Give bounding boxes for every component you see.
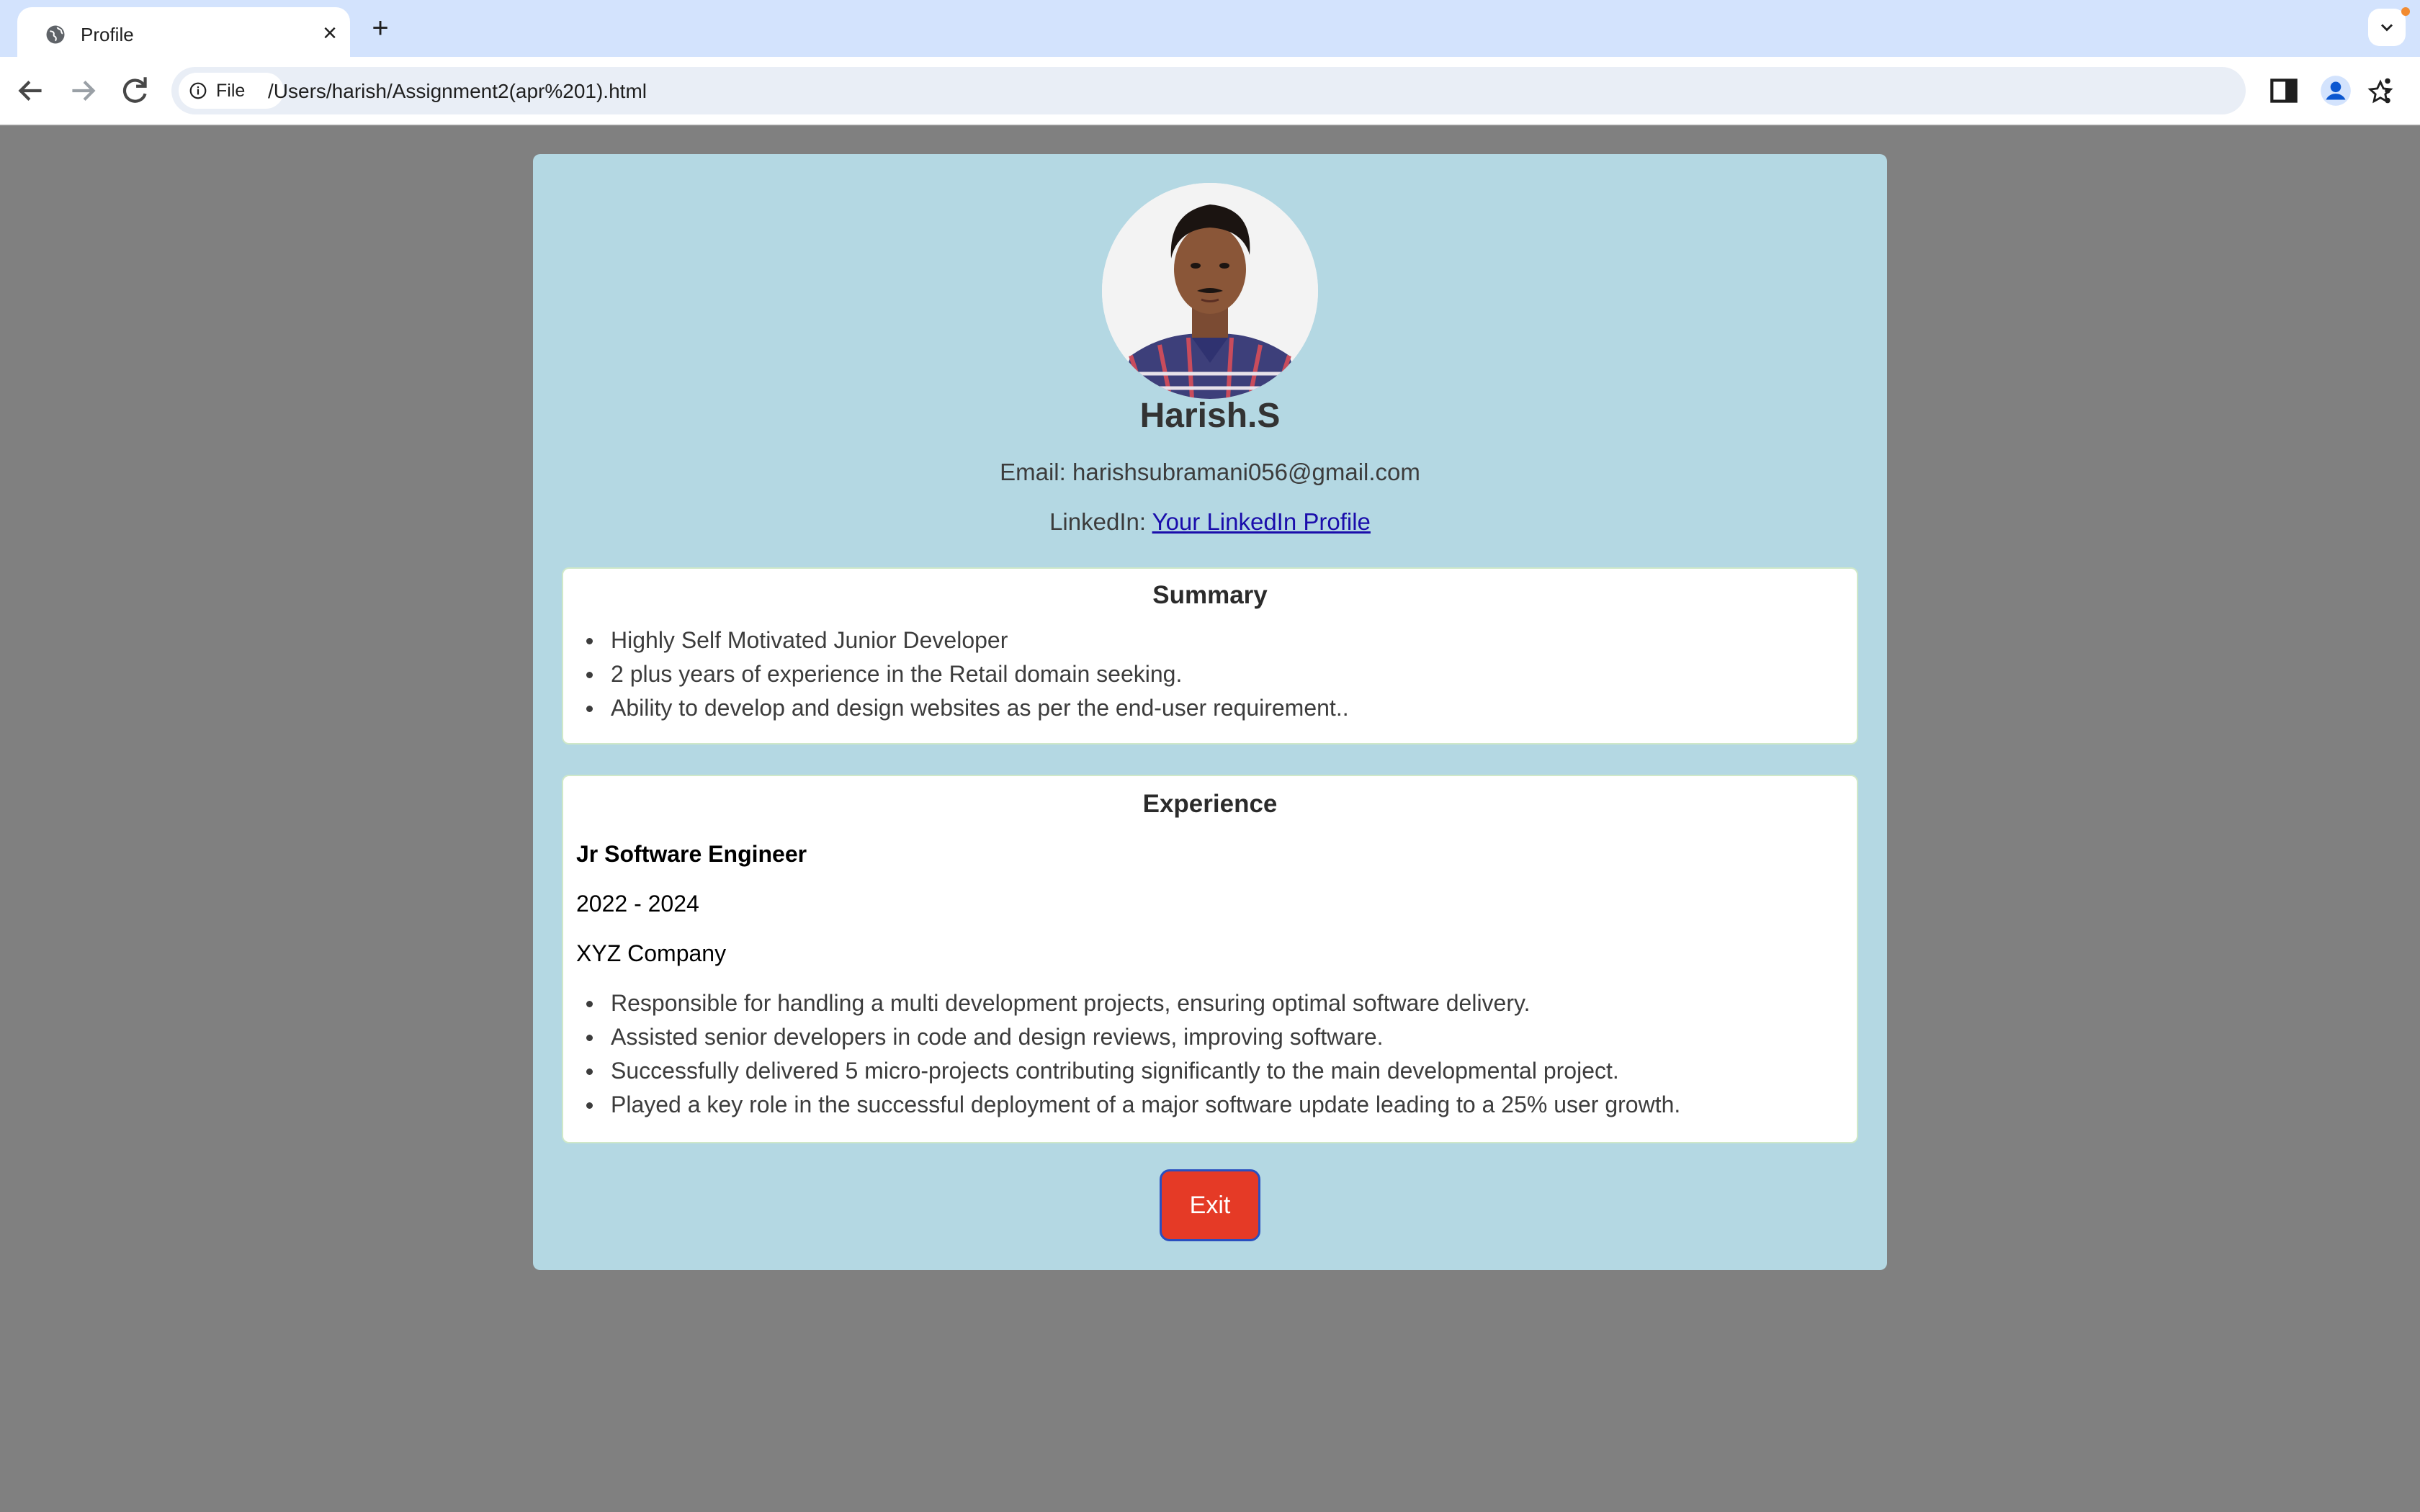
url-text[interactable]: /Users/harish/Assignment2(apr%201).html: [268, 79, 647, 104]
browser-toolbar: File /Users/harish/Assignment2(apr%201).…: [0, 57, 2420, 125]
list-item: Assisted senior developers in code and d…: [582, 1020, 1680, 1054]
linkedin-profile-link[interactable]: Your LinkedIn Profile: [1152, 508, 1371, 535]
list-item: Played a key role in the successful depl…: [582, 1088, 1680, 1122]
profile-photo: [1102, 183, 1318, 399]
back-icon[interactable]: [13, 73, 49, 109]
email-line: Email: harishsubramani056@gmail.com: [533, 458, 1887, 487]
job-years: 2022 - 2024: [576, 891, 699, 917]
profile-icon[interactable]: [2318, 73, 2354, 109]
job-title: Jr Software Engineer: [576, 841, 807, 867]
summary-title: Summary: [1152, 581, 1268, 609]
email-value: harishsubramani056@gmail.com: [1072, 459, 1420, 485]
new-tab-button[interactable]: +: [366, 14, 395, 43]
list-item: Successfully delivered 5 micro-projects …: [582, 1054, 1680, 1088]
notification-dot: [2401, 7, 2410, 16]
tab-search-button[interactable]: [2368, 9, 2406, 46]
summary-section: Summary Highly Self Motivated Junior Dev…: [562, 567, 1858, 744]
linkedin-label: LinkedIn:: [1049, 508, 1147, 535]
list-item: Highly Self Motivated Junior Developer: [582, 624, 1349, 657]
job-company: XYZ Company: [576, 940, 727, 966]
profile-card: Harish.S Email: harishsubramani056@gmail…: [533, 154, 1887, 1270]
tab-title: Profile: [81, 24, 134, 45]
list-item: Responsible for handling a multi develop…: [582, 986, 1680, 1020]
avatar: [1102, 183, 1318, 399]
experience-section: Experience Jr Software Engineer 2022 - 2…: [562, 775, 1858, 1143]
experience-title: Experience: [1142, 790, 1278, 818]
forward-icon[interactable]: [65, 73, 101, 109]
tab-close-icon[interactable]: ×: [318, 21, 341, 45]
tab-profile[interactable]: Profile ×: [17, 7, 350, 57]
list-item: Ability to develop and design websites a…: [582, 691, 1349, 725]
menu-icon[interactable]: [2370, 73, 2406, 109]
tab-strip: Profile × +: [0, 0, 2420, 57]
linkedin-line: LinkedIn: Your LinkedIn Profile: [533, 508, 1887, 536]
side-panel-icon[interactable]: [2266, 73, 2302, 109]
email-label: Email:: [1000, 459, 1066, 485]
profile-name: Harish.S: [1139, 397, 1281, 435]
globe-icon: [46, 25, 65, 44]
chevron-down-icon: [2381, 24, 2393, 32]
site-chip-label: File: [216, 81, 246, 101]
info-icon: [189, 82, 207, 99]
list-item: 2 plus years of experience in the Retail…: [582, 657, 1349, 691]
reload-icon[interactable]: [117, 73, 153, 109]
experience-list: Responsible for handling a multi develop…: [582, 986, 1680, 1122]
address-bar[interactable]: File /Users/harish/Assignment2(apr%201).…: [171, 67, 2393, 114]
exit-button[interactable]: Exit: [1160, 1169, 1260, 1241]
summary-list: Highly Self Motivated Junior Developer 2…: [582, 624, 1349, 725]
